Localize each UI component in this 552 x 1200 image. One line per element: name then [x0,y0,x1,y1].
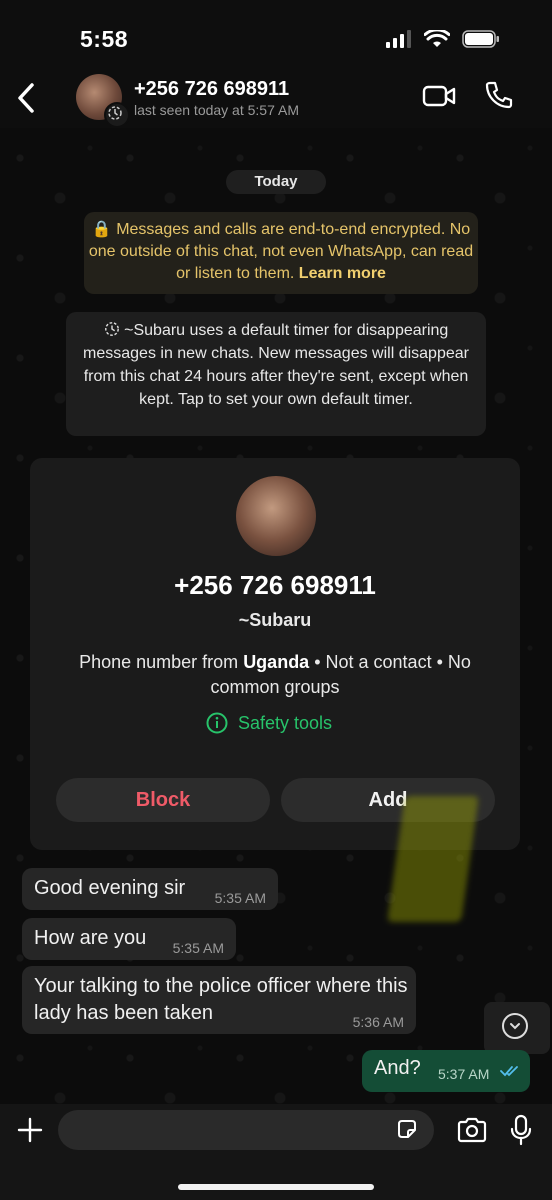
read-receipt-icon [500,1066,518,1077]
learn-more-link[interactable]: Learn more [299,265,386,282]
plus-icon[interactable] [16,1116,44,1144]
chat-header: +256 726 698911 last seen today at 5:57 … [0,72,552,128]
signal-icon [386,30,411,48]
message-text: How are you [34,927,147,949]
card-info-text: Phone number from Uganda • Not a contact… [50,650,500,700]
safety-tools-label: Safety tools [238,712,333,733]
card-phone-number: +256 726 698911 [174,570,376,600]
scroll-to-bottom-button[interactable] [484,1002,550,1054]
sticker-icon[interactable] [396,1118,418,1140]
encryption-text: Messages and calls are end-to-end encryp… [88,221,474,282]
timer-notice-text: ~Subaru uses a default timer for disappe… [83,322,469,408]
status-icons [386,30,500,48]
back-chevron-icon[interactable] [14,82,38,114]
battery-icon [462,30,499,48]
chat-area[interactable]: Today 🔒 Messages and calls are end-to-en… [0,128,552,1104]
message-time: 5:35 AM [214,890,266,906]
video-call-icon[interactable] [422,84,456,108]
message-incoming[interactable]: Your talking to the police officer where… [22,966,416,1034]
card-display-name: ~Subaru [238,610,312,630]
voice-call-icon[interactable] [484,80,514,110]
message-outgoing[interactable]: And? 5:37 AM [362,1050,530,1092]
info-icon [206,712,228,734]
message-text: And? [374,1057,421,1079]
status-time: 5:58 [80,26,129,52]
message-incoming[interactable]: Good evening sir 5:35 AM [22,868,278,910]
message-time: 5:37 AM [438,1066,490,1082]
microphone-icon[interactable] [510,1114,532,1146]
timer-icon [104,322,119,336]
contact-info-card: +256 726 698911 ~Subaru Phone number fro… [30,458,520,850]
disappearing-timer-icon [104,102,130,128]
card-avatar[interactable] [236,476,316,556]
last-seen-status: last seen today at 5:57 AM [134,102,299,118]
safety-tools-button[interactable]: Safety tools [206,712,332,734]
home-indicator[interactable] [178,1184,374,1190]
disappearing-messages-notice[interactable]: ~Subaru uses a default timer for disappe… [66,312,486,436]
lock-icon: 🔒 [91,221,112,238]
encryption-notice[interactable]: 🔒 Messages and calls are end-to-end encr… [84,212,478,294]
info-prefix: Phone number from [79,652,244,672]
message-time: 5:35 AM [172,940,224,956]
message-incoming[interactable]: How are you 5:35 AM [22,918,236,960]
block-button[interactable]: Block [56,778,270,822]
date-divider: Today [226,170,326,194]
message-input[interactable] [58,1110,434,1150]
contact-name[interactable]: +256 726 698911 [134,78,289,101]
message-time: 5:36 AM [352,1014,404,1030]
camera-icon[interactable] [456,1116,488,1144]
info-country: Uganda [243,652,310,672]
chevron-down-icon [502,1013,528,1039]
status-bar: 5:58 [0,0,552,72]
wifi-icon [424,30,450,47]
message-text: Good evening sir [34,877,186,899]
